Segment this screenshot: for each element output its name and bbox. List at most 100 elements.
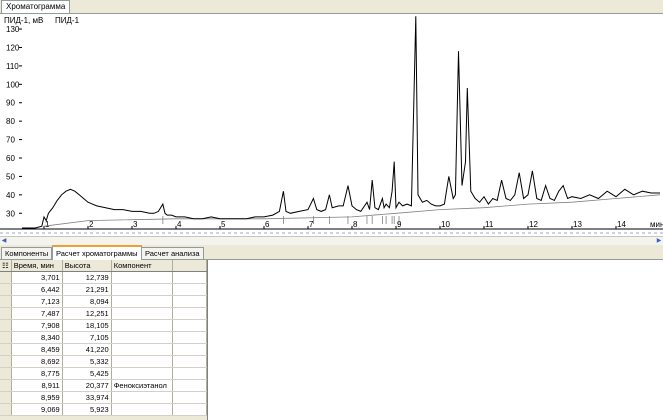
cell-height: 41,220 [62,343,112,356]
cell-time: 9,069 [11,403,63,416]
top-tabstrip: Хроматограмма [0,0,663,14]
tab-chromatogram[interactable]: Хроматограмма [1,0,71,13]
table-row[interactable]: 8,459 41,220 [0,343,207,356]
cell-height: 12,739 [62,271,112,284]
x-tick-label: 5 [221,220,226,229]
cell-time: 8,959 [11,391,63,404]
row-header[interactable] [0,355,12,368]
y-tick-label: 30 [6,209,15,218]
cell-component [111,391,173,404]
tab-analysis-calc[interactable]: Расчет анализа [141,247,204,259]
y-tick-label: 50 [6,172,15,181]
y-tick-label: 80 [6,117,15,126]
bottom-tabstrip: Компоненты Расчет хроматограммы Расчет а… [0,245,663,261]
table-row[interactable]: 6,442 21,291 [0,283,207,296]
row-header[interactable] [0,319,12,332]
chromatogram-svg: 130120110100908070605040301 2 3 4 5 6 7 8 9 10 11 1… [0,16,663,234]
row-header[interactable] [0,403,12,416]
cell-component [111,367,173,380]
cell-component [111,403,173,416]
cell-empty [171,295,207,308]
x-tick-label: 14 [617,220,626,229]
cell-component [111,283,173,296]
cell-component [111,355,173,368]
cell-time: 8,911 [11,379,63,392]
cell-component: Феноксиэтанол [111,379,173,392]
table-row[interactable]: 8,911 20,377 Феноксиэтанол [0,379,207,392]
cell-height: 5,425 [62,367,112,380]
table-row[interactable]: 9,069 5,923 [0,403,207,416]
x-tick-label: 8 [353,220,358,229]
cell-empty [171,283,207,296]
y-tick-label: 60 [6,154,15,163]
x-tick-label: 13 [573,220,582,229]
row-header[interactable] [0,379,12,392]
cell-time: 3,701 [11,271,63,284]
table-row[interactable]: 7,487 12,251 [0,307,207,320]
cell-time: 8,692 [11,355,63,368]
cell-height: 18,105 [62,319,112,332]
row-header[interactable] [0,283,12,296]
y-tick-label: 70 [6,136,15,145]
row-header[interactable] [0,331,12,344]
y-tick-label: 130 [6,25,20,34]
signal-line [22,16,660,229]
cell-time: 8,775 [11,367,63,380]
table-row[interactable]: 8,775 5,425 [0,367,207,380]
chromatogram-plot[interactable]: 130 120 110 100 90 80 70 60 50 40 30 1 2 3 4 5 6 7 8 9 10 11 1… [0,14,663,236]
cell-height: 12,251 [62,307,112,320]
cell-empty [171,271,207,284]
cell-height: 5,923 [62,403,112,416]
cell-empty [171,403,207,416]
table-row[interactable]: 3,701 12,739 [0,271,207,284]
empty-panel [208,260,663,420]
cell-time: 7,123 [11,295,63,308]
x-tick-label: 1 [45,220,50,229]
row-header[interactable] [0,295,12,308]
cell-time: 7,487 [11,307,63,320]
cell-component [111,271,173,284]
cell-height: 20,377 [62,379,112,392]
table-row[interactable]: 8,692 5,332 [0,355,207,368]
cell-component [111,319,173,332]
x-tick-label: 4 [177,220,182,229]
tab-components[interactable]: Компоненты [1,247,53,259]
cell-component [111,295,173,308]
col-header-component[interactable]: Компонент [111,260,173,272]
table-row[interactable]: 8,959 33,974 [0,391,207,404]
x-tick-label: 3 [133,220,138,229]
scroll-right-icon[interactable]: ▶ [655,237,663,245]
row-header[interactable] [0,343,12,356]
cell-empty [171,367,207,380]
y-tick-label: 120 [6,43,20,52]
x-tick-label: 10 [441,220,450,229]
cell-component [111,331,173,344]
table-row[interactable]: 7,123 8,094 [0,295,207,308]
y-tick-label: 40 [6,191,15,200]
cell-component [111,307,173,320]
table-row[interactable]: 7,908 18,105 [0,319,207,332]
tab-chromatogram-calc[interactable]: Расчет хроматограммы [52,245,142,261]
y-tick-label: 100 [6,80,20,89]
row-header[interactable] [0,367,12,380]
peaks-table[interactable]: ☷ Время, мин Высота Компонент 3,701 12,73… [0,260,208,420]
horizontal-scrollbar[interactable]: ◀ ▶ [0,236,663,245]
col-header-time[interactable]: Время, мин [11,260,63,272]
cell-empty [171,355,207,368]
row-header[interactable] [0,271,12,284]
y-tick-label: 110 [6,62,19,71]
table-header-row: ☷ Время, мин Высота Компонент [0,260,207,272]
scroll-left-icon[interactable]: ◀ [0,237,8,245]
x-unit-label: мин [650,220,663,229]
x-tick-label: 2 [89,220,94,229]
cell-empty [171,307,207,320]
col-header-height[interactable]: Высота [62,260,112,272]
x-tick-label: 6 [265,220,270,229]
grid-settings-icon[interactable]: ☷ [0,260,12,272]
cell-height: 21,291 [62,283,112,296]
table-row[interactable]: 8,340 7,105 [0,331,207,344]
y-tick-label: 90 [6,99,15,108]
cell-empty [171,379,207,392]
row-header[interactable] [0,391,12,404]
row-header[interactable] [0,307,12,320]
